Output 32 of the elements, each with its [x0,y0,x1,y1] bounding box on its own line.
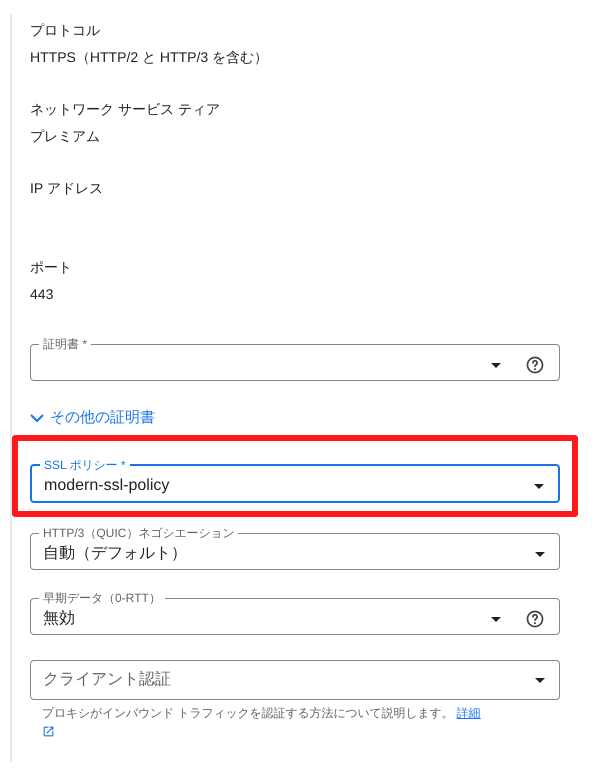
learn-more-link[interactable]: 詳細 [456,706,481,720]
chevron-icon [30,414,44,422]
detail-value: 443 [30,285,54,304]
field-value: modern-ssl-policy [44,476,170,496]
select-field[interactable]: 早期データ（0-RTT） 無効 [30,590,560,635]
detail-label: プロトコル [30,21,101,40]
caret-icon [535,678,545,682]
field-label: 証明書 * [42,336,88,352]
help-icon[interactable] [525,609,545,629]
more-certificates-toggle[interactable]: その他の証明書 [30,407,155,429]
field-value: 自動（デフォルト） [43,544,188,564]
help-text: プロキシがインバウンド トラフィックを認証する方法について説明します。 詳細 [30,704,560,740]
field-label: HTTP/3（QUIC）ネゴシエーション [42,525,236,541]
detail-value: プレミアム [30,127,101,146]
select-field[interactable]: 証明書 * [30,336,560,381]
field-placeholder: クライアント認証 [43,670,172,690]
caret-icon [534,484,544,488]
select-field[interactable]: クライアント認証 [30,660,560,700]
field-value: 無効 [43,608,76,629]
external-link-icon[interactable] [42,725,55,738]
detail-label: ポート [30,258,73,277]
caret-icon [535,552,545,556]
field-label: 早期データ（0-RTT） [42,590,162,606]
detail-label: IP アドレス [30,179,104,198]
detail-label: ネットワーク サービス ティア [30,100,221,119]
help-icon[interactable] [525,355,545,375]
detail-value: HTTPS（HTTP/2 と HTTP/3 を含む） [30,48,270,67]
select-field[interactable]: SSL ポリシー * modern-ssl-policy [30,457,560,503]
select-field[interactable]: HTTP/3（QUIC）ネゴシエーション 自動（デフォルト） [30,525,560,570]
caret-icon [491,362,501,368]
caret-icon [491,616,501,622]
field-label: SSL ポリシー * [43,457,127,473]
